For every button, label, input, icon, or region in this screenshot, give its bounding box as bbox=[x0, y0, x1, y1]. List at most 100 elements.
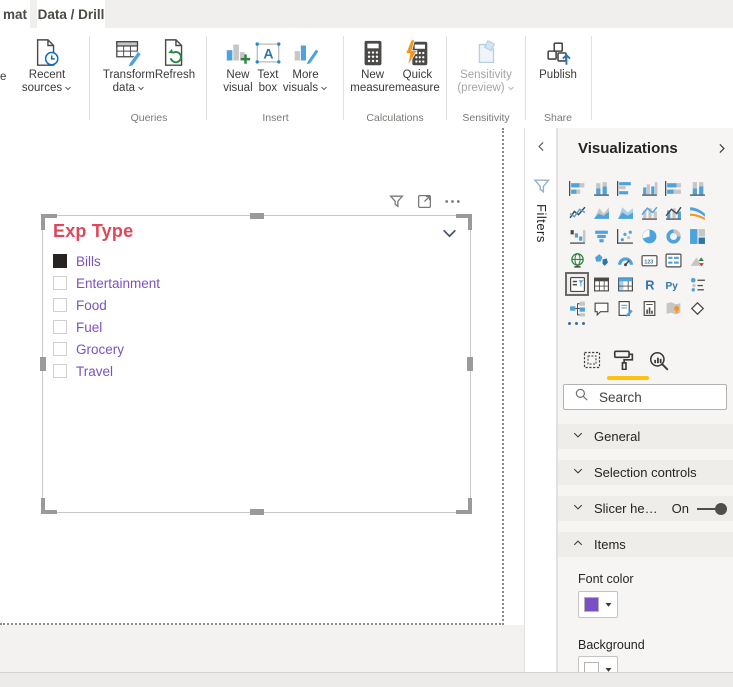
scatter-chart-icon[interactable] bbox=[613, 224, 637, 248]
button-label: sources bbox=[22, 82, 72, 96]
multi-row-card-icon[interactable] bbox=[661, 248, 685, 272]
power-apps-icon[interactable] bbox=[685, 296, 709, 320]
chevron-down-icon bbox=[64, 83, 72, 96]
slicer-item-entertainment[interactable]: Entertainment bbox=[53, 272, 160, 294]
line-clustered-column-chart-icon[interactable] bbox=[661, 200, 685, 224]
selection-corner-top-right[interactable] bbox=[456, 214, 472, 230]
table-icon[interactable] bbox=[589, 272, 613, 296]
selection-corner-bottom-right[interactable] bbox=[456, 498, 472, 514]
sensitivity-icon bbox=[471, 37, 501, 69]
more-options-icon[interactable] bbox=[444, 192, 461, 210]
stacked-bar-chart-icon[interactable] bbox=[565, 176, 589, 200]
clustered-column-chart-icon[interactable] bbox=[637, 176, 661, 200]
publish-button[interactable]: Publish bbox=[539, 28, 577, 82]
fields-tab-icon[interactable] bbox=[582, 350, 602, 375]
kpi-icon[interactable] bbox=[685, 248, 709, 272]
focus-mode-icon[interactable] bbox=[416, 192, 433, 210]
checkbox-checked[interactable] bbox=[53, 254, 67, 268]
report-canvas[interactable]: Exp Type Bills Entertainment Food Fuel Groce… bbox=[0, 128, 524, 672]
q-and-a-icon[interactable] bbox=[589, 296, 613, 320]
filters-pane-label[interactable]: Filters bbox=[534, 204, 549, 243]
smart-narrative-icon[interactable] bbox=[613, 296, 637, 320]
analytics-tab-icon[interactable] bbox=[648, 350, 670, 377]
section-general[interactable]: General bbox=[558, 424, 733, 449]
waterfall-chart-icon[interactable] bbox=[565, 224, 589, 248]
pie-chart-icon[interactable] bbox=[637, 224, 661, 248]
slicer-item-food[interactable]: Food bbox=[53, 294, 160, 316]
background-color-picker[interactable] bbox=[578, 656, 618, 672]
line-stacked-column-chart-icon[interactable] bbox=[637, 200, 661, 224]
recent-sources-button[interactable]: Recent sources bbox=[22, 28, 72, 96]
decomposition-tree-icon[interactable] bbox=[565, 296, 589, 320]
ribbon-tab-bar: mat Data / Drill bbox=[0, 0, 733, 28]
stacked-column-chart-icon[interactable] bbox=[589, 176, 613, 200]
section-selection-controls[interactable]: Selection controls bbox=[558, 460, 733, 485]
matrix-icon[interactable] bbox=[613, 272, 637, 296]
format-search-box[interactable]: Search bbox=[563, 384, 727, 410]
slicer-dropdown-chevron-icon[interactable] bbox=[441, 225, 458, 247]
100-stacked-bar-chart-icon[interactable] bbox=[661, 176, 685, 200]
donut-chart-icon[interactable] bbox=[661, 224, 685, 248]
key-influencers-icon[interactable] bbox=[685, 272, 709, 296]
slicer-visual[interactable]: Exp Type Bills Entertainment Food Fuel Groce… bbox=[40, 213, 473, 515]
slicer-icon[interactable] bbox=[565, 272, 589, 296]
active-tab-underline bbox=[607, 376, 649, 380]
slicer-item-travel[interactable]: Travel bbox=[53, 360, 160, 382]
section-label: General bbox=[594, 429, 641, 444]
filter-icon[interactable] bbox=[388, 192, 405, 210]
resize-handle-left[interactable] bbox=[40, 357, 46, 371]
line-chart-icon[interactable] bbox=[565, 200, 589, 224]
transform-data-button[interactable]: Transform data bbox=[103, 28, 155, 96]
map-icon[interactable] bbox=[565, 248, 589, 272]
100-stacked-column-chart-icon[interactable] bbox=[685, 176, 709, 200]
sensitivity-button[interactable]: Sensitivity (preview) bbox=[457, 28, 514, 96]
slicer-item-fuel[interactable]: Fuel bbox=[53, 316, 160, 338]
more-visuals-button[interactable]: More visuals bbox=[283, 28, 328, 96]
arcgis-map-icon[interactable] bbox=[661, 296, 685, 320]
slicer-item-grocery[interactable]: Grocery bbox=[53, 338, 160, 360]
checkbox[interactable] bbox=[53, 276, 67, 290]
resize-handle-top[interactable] bbox=[249, 213, 264, 219]
paginated-report-icon[interactable] bbox=[637, 296, 661, 320]
area-chart-icon[interactable] bbox=[589, 200, 613, 224]
checkbox[interactable] bbox=[53, 342, 67, 356]
gauge-icon[interactable] bbox=[613, 248, 637, 272]
font-color-swatch bbox=[584, 597, 599, 612]
slicer-item-label: Entertainment bbox=[76, 275, 161, 291]
selection-corner-bottom-left[interactable] bbox=[41, 498, 57, 514]
treemap-icon[interactable] bbox=[685, 224, 709, 248]
ribbon-group-label: Calculations bbox=[366, 112, 424, 124]
filled-map-icon[interactable] bbox=[589, 248, 613, 272]
funnel-chart-icon[interactable] bbox=[589, 224, 613, 248]
resize-handle-bottom[interactable] bbox=[249, 509, 264, 515]
card-icon[interactable]: 123 bbox=[637, 248, 661, 272]
r-script-icon[interactable]: R bbox=[637, 272, 661, 296]
font-color-picker[interactable] bbox=[578, 591, 618, 618]
tab-format-partial[interactable]: mat bbox=[0, 0, 30, 28]
slicer-item-bills[interactable]: Bills bbox=[53, 250, 160, 272]
checkbox[interactable] bbox=[53, 298, 67, 312]
collapse-visualizations-pane-icon[interactable] bbox=[715, 142, 728, 160]
format-tab-icon[interactable] bbox=[612, 348, 634, 375]
quick-measure-button[interactable]: Quick measure bbox=[395, 28, 440, 95]
resize-handle-right[interactable] bbox=[467, 357, 473, 371]
ribbon-chart-icon[interactable] bbox=[685, 200, 709, 224]
clustered-bar-chart-icon[interactable] bbox=[613, 176, 637, 200]
get-more-visuals-button[interactable] bbox=[568, 322, 585, 325]
new-measure-button[interactable]: New measure bbox=[350, 28, 395, 95]
dropdown-arrow-icon bbox=[604, 596, 613, 614]
slicer-header-toggle[interactable] bbox=[696, 502, 727, 515]
refresh-button[interactable]: Refresh bbox=[155, 28, 195, 82]
python-script-icon[interactable]: Py bbox=[661, 272, 685, 296]
tab-data-drill[interactable]: Data / Drill bbox=[37, 0, 105, 28]
expand-filters-pane-icon[interactable] bbox=[535, 140, 548, 158]
section-items[interactable]: Items bbox=[558, 532, 733, 557]
pane-tabs bbox=[558, 348, 733, 380]
checkbox[interactable] bbox=[53, 320, 67, 334]
text-box-button[interactable]: A Text box bbox=[253, 28, 283, 95]
checkbox[interactable] bbox=[53, 364, 67, 378]
visualizations-pane: Visualizations 123 R Py Search General Sele… bbox=[557, 128, 733, 672]
section-slicer-he-[interactable]: Slicer he… On bbox=[558, 496, 733, 521]
stacked-area-chart-icon[interactable] bbox=[613, 200, 637, 224]
new-visual-button[interactable]: New visual bbox=[223, 28, 253, 95]
